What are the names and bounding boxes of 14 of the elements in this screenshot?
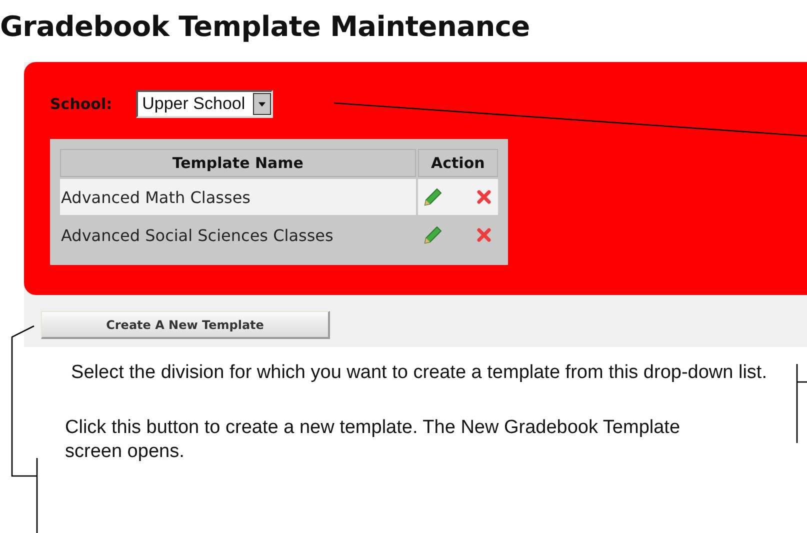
school-dropdown[interactable]: Upper School bbox=[136, 90, 274, 118]
pencil-icon[interactable] bbox=[422, 187, 443, 207]
button-callout-text: Click this button to create a new template. The New Gradebook Template screen opens. bbox=[65, 416, 682, 464]
template-name-cell: Advanced Math Classes bbox=[60, 179, 416, 215]
create-template-button[interactable]: Create A New Template bbox=[41, 311, 330, 339]
delete-icon[interactable] bbox=[477, 190, 491, 204]
page-title: Gradebook Template Maintenance bbox=[0, 9, 531, 45]
school-label: School: bbox=[50, 95, 112, 113]
column-header: Action bbox=[418, 149, 498, 177]
dropdown-callout-text: Select the division for which you want to create a template from this drop-down list. bbox=[70, 361, 767, 385]
delete-icon[interactable] bbox=[477, 228, 491, 242]
caret-icon bbox=[253, 93, 272, 115]
column-header: Template Name bbox=[60, 149, 416, 177]
pencil-icon[interactable] bbox=[422, 225, 443, 245]
